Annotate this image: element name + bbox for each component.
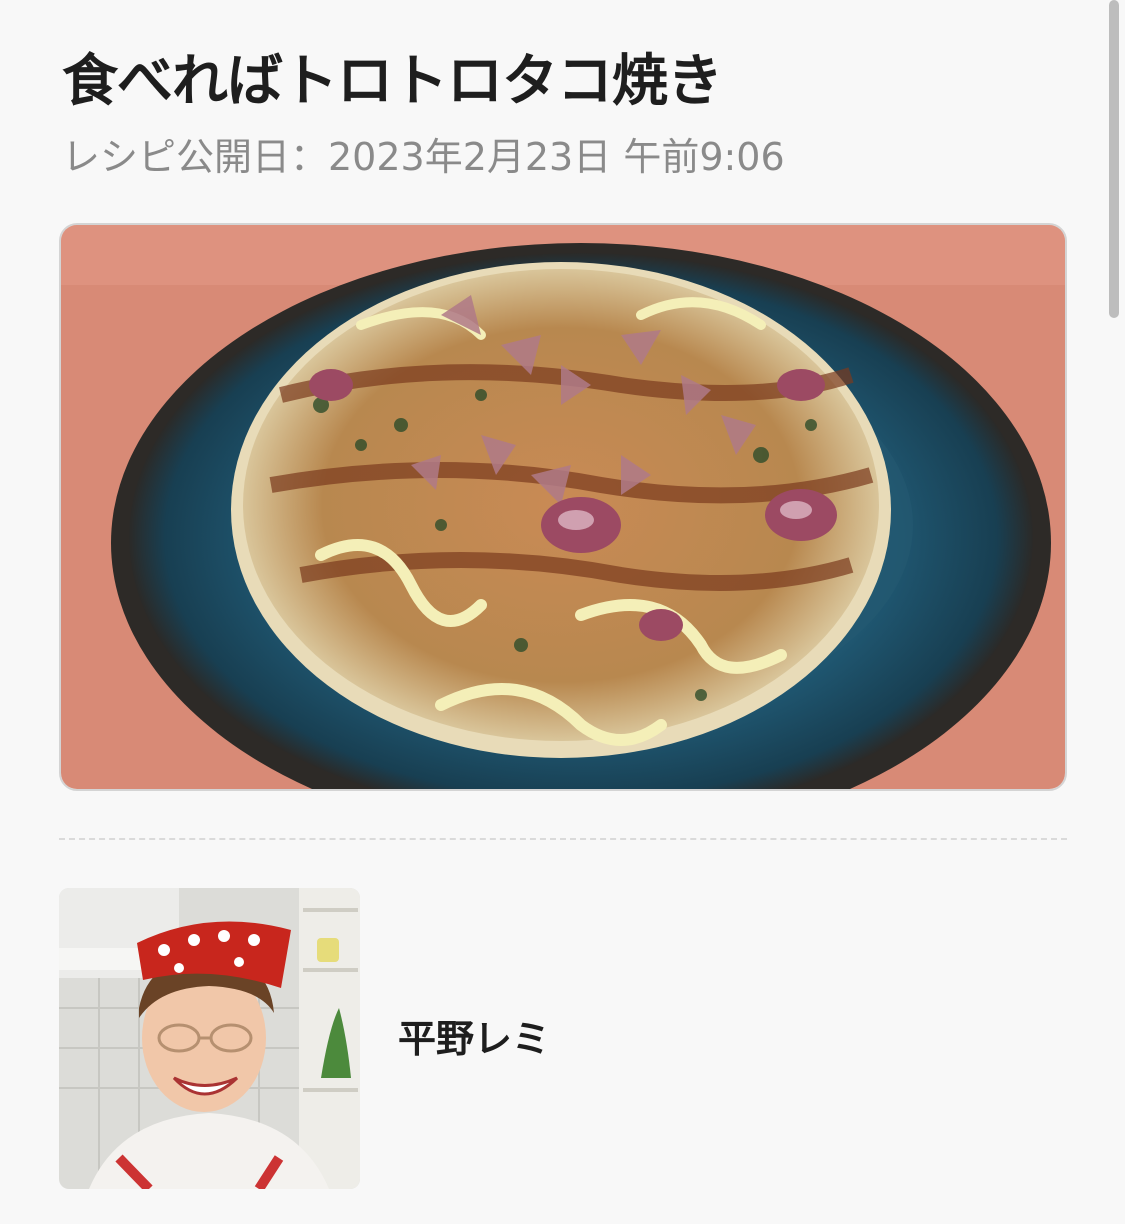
author-card[interactable]: 平野レミ bbox=[59, 888, 1067, 1190]
publish-date: レシピ公開日：2023年2月23日 午前9:06 bbox=[62, 135, 785, 179]
author-avatar[interactable] bbox=[59, 888, 360, 1189]
recipe-page: 食べればトロトロタコ焼き レシピ公開日：2023年2月23日 午前9:06 平野… bbox=[0, 0, 1125, 1224]
author-name[interactable]: 平野レミ bbox=[398, 1014, 550, 1064]
okonomiyaki-photo bbox=[61, 225, 1065, 789]
author-photo bbox=[59, 888, 360, 1189]
scrollbar[interactable] bbox=[1109, 0, 1119, 318]
recipe-hero-image[interactable] bbox=[59, 223, 1067, 791]
section-divider bbox=[59, 838, 1067, 840]
recipe-title: 食べればトロトロタコ焼き bbox=[62, 49, 723, 114]
